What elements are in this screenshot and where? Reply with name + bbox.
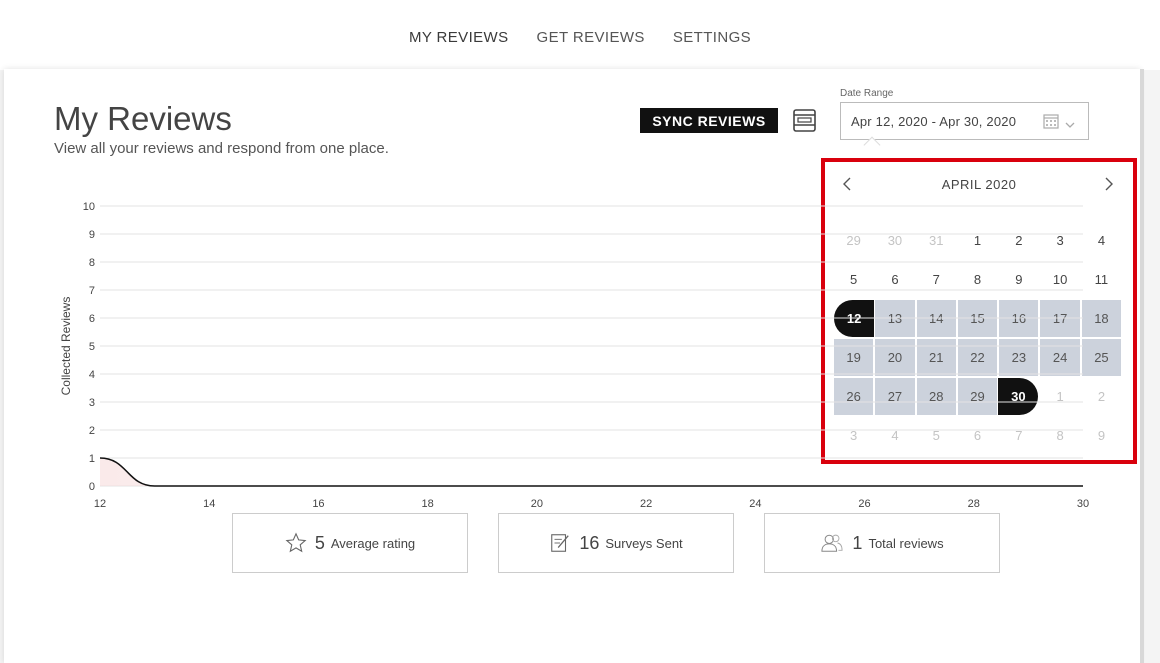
calendar-day[interactable]: 9 xyxy=(999,261,1038,298)
date-range-label: Date Range xyxy=(840,88,894,99)
stat-average-rating: 5 Average rating xyxy=(232,513,468,573)
calendar-day[interactable]: 17 xyxy=(1040,300,1080,337)
calendar-days-grid: 29 30 31 1 2 3 4 5 6 7 8 9 10 11 12 13 14 15 16 17 18 19 20 21 2… xyxy=(833,221,1122,455)
calendar-day[interactable]: 16 xyxy=(999,300,1039,337)
calendar-day[interactable]: 26 xyxy=(834,378,874,415)
calendar-day[interactable]: 8 xyxy=(958,261,997,298)
scrollbar[interactable] xyxy=(1140,69,1144,663)
chevron-down-icon xyxy=(1065,117,1075,132)
calendar-day[interactable]: 22 xyxy=(957,339,998,376)
calendar-icon xyxy=(1043,113,1059,132)
surveys-sent-label: Surveys Sent xyxy=(605,535,683,551)
stat-total-reviews: 1 Total reviews xyxy=(764,513,1000,573)
total-reviews-value: 1 xyxy=(852,532,863,553)
calendar-day[interactable]: 8 xyxy=(1040,417,1079,454)
calendar-day[interactable]: 14 xyxy=(916,300,956,337)
reviews-card: My Reviews View all your reviews and res… xyxy=(4,69,1140,663)
total-reviews-label: Total reviews xyxy=(868,535,944,551)
calendar-day[interactable]: 20 xyxy=(875,339,915,376)
calendar-month-label: APRIL 2020 xyxy=(941,176,1017,192)
calendar-day[interactable]: 6 xyxy=(875,261,914,298)
calendar-day[interactable]: 10 xyxy=(1040,261,1079,298)
calendar-day[interactable]: 15 xyxy=(957,300,998,337)
nav-settings[interactable]: SETTINGS xyxy=(673,29,751,46)
calendar-day[interactable]: 2 xyxy=(1082,378,1121,415)
date-range-value: Apr 12, 2020 - Apr 30, 2020 xyxy=(851,113,1017,129)
calendar-day[interactable]: 11 xyxy=(1082,261,1121,298)
calendar-day[interactable]: 4 xyxy=(875,417,914,454)
calendar-day[interactable]: 13 xyxy=(875,300,915,337)
top-navigation: MY REVIEWS GET REVIEWS SETTINGS xyxy=(0,0,1160,70)
calendar-day[interactable]: 3 xyxy=(834,417,873,454)
sync-reviews-button[interactable]: SYNC REVIEWS xyxy=(640,108,778,133)
calendar-day[interactable]: 25 xyxy=(1081,339,1122,376)
stat-surveys-sent: 16 Surveys Sent xyxy=(498,513,734,573)
calendar-day[interactable]: 6 xyxy=(958,417,997,454)
average-rating-value: 5 xyxy=(314,532,325,553)
calendar-day[interactable]: 5 xyxy=(917,417,956,454)
calendar-day[interactable]: 29 xyxy=(957,378,998,415)
calendar-day[interactable]: 23 xyxy=(999,339,1039,376)
print-icon[interactable] xyxy=(792,108,817,133)
calendar-day[interactable]: 7 xyxy=(999,417,1038,454)
calendar-day[interactable]: 7 xyxy=(917,261,956,298)
calendar-day[interactable]: 24 xyxy=(1040,339,1080,376)
calendar-day[interactable]: 29 xyxy=(834,222,873,259)
calendar-day[interactable]: 2 xyxy=(999,222,1038,259)
calendar-day[interactable]: 12 xyxy=(834,300,875,337)
star-icon xyxy=(285,532,307,553)
next-month-button[interactable] xyxy=(1099,174,1119,194)
calendar-day[interactable]: 3 xyxy=(1040,222,1079,259)
calendar-day[interactable]: 5 xyxy=(834,261,873,298)
nav-get-reviews[interactable]: GET REVIEWS xyxy=(537,29,645,46)
survey-icon xyxy=(551,534,570,552)
calendar-day[interactable]: 21 xyxy=(916,339,956,376)
calendar-day[interactable]: 1 xyxy=(1040,378,1079,415)
surveys-sent-value: 16 xyxy=(579,532,600,553)
calendar-day[interactable]: 30 xyxy=(998,378,1039,415)
calendar-day[interactable]: 28 xyxy=(916,378,956,415)
nav-my-reviews[interactable]: MY REVIEWS xyxy=(409,29,509,46)
users-icon xyxy=(821,534,843,552)
calendar-day[interactable]: 19 xyxy=(834,339,874,376)
page-subtitle: View all your reviews and respond from o… xyxy=(54,140,389,157)
calendar-day[interactable]: 27 xyxy=(875,378,915,415)
date-picker-calendar: APRIL 2020 29 30 31 1 2 3 4 5 6 7 8 9 10 11 12 13 14 15 16… xyxy=(821,158,1137,464)
calendar-day[interactable]: 1 xyxy=(958,222,997,259)
calendar-day[interactable]: 18 xyxy=(1081,300,1122,337)
calendar-day[interactable]: 30 xyxy=(875,222,914,259)
calendar-day[interactable]: 4 xyxy=(1082,222,1121,259)
calendar-day[interactable]: 31 xyxy=(917,222,956,259)
page-title: My Reviews xyxy=(54,100,232,137)
date-range-field[interactable]: Apr 12, 2020 - Apr 30, 2020 xyxy=(840,102,1089,140)
calendar-day[interactable]: 9 xyxy=(1082,417,1121,454)
average-rating-label: Average rating xyxy=(330,535,416,551)
